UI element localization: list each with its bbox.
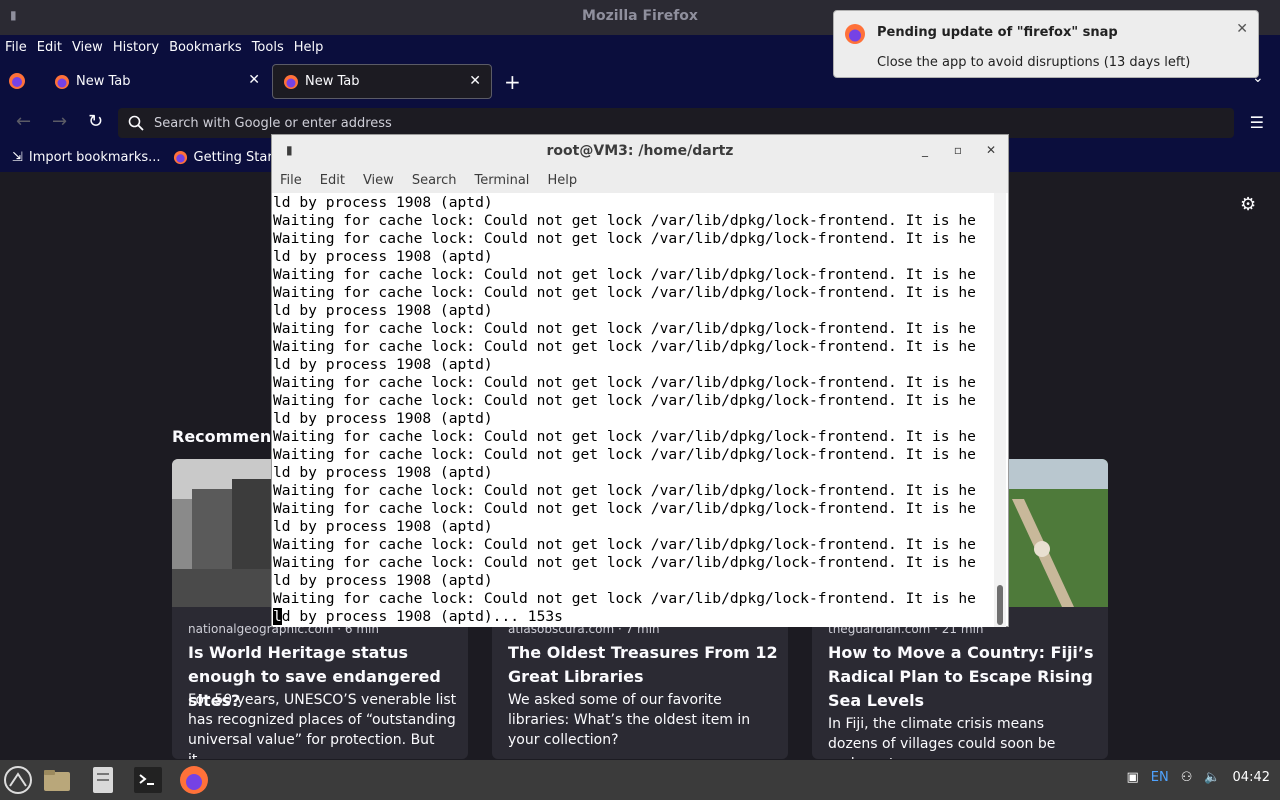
file-manager-icon[interactable] — [41, 764, 73, 796]
terminal-line: ld by process 1908 (aptd) — [273, 248, 493, 265]
keyboard-layout[interactable]: EN — [1151, 770, 1169, 785]
terminal-menu-terminal[interactable]: Terminal — [474, 173, 529, 188]
new-tab-plus-icon[interactable]: + — [504, 70, 521, 94]
terminal-line: Waiting for cache lock: Could not get lo… — [273, 338, 976, 355]
customize-gear-icon[interactable]: ⚙ — [1240, 194, 1256, 215]
terminal-title: root@VM3: /home/dartz — [546, 143, 734, 159]
screenshot-icon[interactable]: ▣ — [1126, 770, 1138, 785]
menu-tools[interactable]: Tools — [252, 40, 284, 55]
terminal-line: ld by process 1908 (aptd) — [273, 302, 493, 319]
story-excerpt: We asked some of our favorite libraries:… — [508, 692, 751, 748]
reload-icon[interactable]: ↻ — [88, 111, 103, 132]
story-headline: The Oldest Treasures From 12 Great Libra… — [508, 643, 778, 686]
notification-body: Close the app to avoid disruptions (13 d… — [877, 55, 1191, 70]
terminal-line: Waiting for cache lock: Could not get lo… — [273, 230, 976, 247]
back-arrow-icon[interactable]: ← — [16, 111, 31, 132]
terminal-line: Waiting for cache lock: Could not get lo… — [273, 446, 976, 463]
terminal-menu-edit[interactable]: Edit — [320, 173, 345, 188]
terminal-app-icon[interactable] — [132, 764, 164, 796]
terminal-line: Waiting for cache lock: Could not get lo… — [273, 554, 976, 571]
firefox-app-icon[interactable] — [178, 764, 210, 796]
terminal-last-line-text: d by process 1908 (aptd)... 153s — [281, 608, 563, 625]
notification-title: Pending update of "firefox" snap — [877, 25, 1118, 40]
terminal-window[interactable]: ▮ root@VM3: /home/dartz _ ▫ ✕ File Edit … — [271, 134, 1009, 627]
scrollbar-thumb[interactable] — [997, 585, 1003, 625]
menu-bookmarks[interactable]: Bookmarks — [169, 40, 242, 55]
firefox-view-icon[interactable] — [8, 72, 26, 90]
terminal-line: Waiting for cache lock: Could not get lo… — [273, 284, 976, 301]
story-excerpt: For 50 years, UNESCO’S venerable list ha… — [188, 692, 457, 759]
firefox-favicon-icon — [173, 150, 187, 165]
terminal-line: ld by process 1908 (aptd) — [273, 464, 493, 481]
minimize-icon[interactable]: _ — [922, 143, 928, 157]
story-headline: How to Move a Country: Fiji’s Radical Pl… — [828, 643, 1094, 710]
terminal-menubar: File Edit View Search Terminal Help — [272, 168, 1008, 193]
story-excerpt: In Fiji, the climate crisis means dozens… — [828, 716, 1056, 759]
tab-new-tab-2[interactable]: New Tab ✕ — [272, 64, 492, 99]
bookmark-import[interactable]: ⇲ Import bookmarks... — [12, 150, 161, 165]
tab-new-tab-1[interactable]: New Tab ✕ — [44, 64, 270, 99]
menu-view[interactable]: View — [72, 40, 103, 55]
terminal-menu-help[interactable]: Help — [547, 173, 577, 188]
network-icon[interactable]: ⚇ — [1181, 770, 1193, 785]
terminal-line: ld by process 1908 (aptd) — [273, 356, 493, 373]
terminal-line: Waiting for cache lock: Could not get lo… — [273, 266, 976, 283]
terminal-cursor: l — [273, 608, 282, 625]
address-bar-placeholder: Search with Google or enter address — [154, 115, 392, 131]
forward-arrow-icon[interactable]: → — [52, 111, 67, 132]
terminal-line: Waiting for cache lock: Could not get lo… — [273, 500, 976, 517]
firefox-logo-icon — [845, 24, 865, 44]
text-editor-icon[interactable] — [87, 764, 119, 796]
bookmark-label: Import bookmarks... — [28, 150, 161, 165]
volume-icon[interactable]: 🔈 — [1204, 770, 1220, 785]
tab-label: New Tab — [305, 74, 360, 89]
terminal-line: Waiting for cache lock: Could not get lo… — [273, 428, 976, 445]
clock[interactable]: 04:42 — [1233, 770, 1270, 785]
terminal-line: ld by process 1908 (aptd) — [273, 194, 493, 211]
terminal-menu-search[interactable]: Search — [412, 173, 457, 188]
terminal-line: Waiting for cache lock: Could not get lo… — [273, 374, 976, 391]
terminal-line: Waiting for cache lock: Could not get lo… — [273, 482, 976, 499]
terminal-line: Waiting for cache lock: Could not get lo… — [273, 590, 976, 607]
firefox-favicon-icon — [284, 74, 298, 89]
start-menu-icon[interactable] — [2, 764, 34, 796]
menu-history[interactable]: History — [113, 40, 159, 55]
tab-label: New Tab — [76, 74, 131, 89]
terminal-line: ld by process 1908 (aptd) — [273, 518, 493, 535]
menu-edit[interactable]: Edit — [37, 40, 62, 55]
search-icon — [128, 115, 144, 131]
terminal-scrollbar[interactable] — [994, 193, 1006, 627]
close-icon[interactable]: ✕ — [986, 143, 996, 157]
import-icon: ⇲ — [12, 150, 23, 165]
menu-file[interactable]: File — [5, 40, 27, 55]
close-tab-icon[interactable]: ✕ — [469, 73, 481, 89]
terminal-menu-view[interactable]: View — [363, 173, 394, 188]
terminal-last-line: ld by process 1908 (aptd)... 153s — [273, 608, 994, 626]
close-tab-icon[interactable]: ✕ — [248, 72, 260, 88]
terminal-line: ld by process 1908 (aptd) — [273, 410, 493, 427]
terminal-line: Waiting for cache lock: Could not get lo… — [273, 320, 976, 337]
terminal-menu-file[interactable]: File — [280, 173, 302, 188]
terminal-line: Waiting for cache lock: Could not get lo… — [273, 536, 976, 553]
terminal-output[interactable]: ld by process 1908 (aptd) Waiting for ca… — [273, 193, 994, 627]
terminal-line: ld by process 1908 (aptd) — [273, 572, 493, 589]
firefox-favicon-icon — [55, 74, 69, 89]
app-menu-hamburger-icon[interactable]: ☰ — [1250, 113, 1264, 132]
maximize-icon[interactable]: ▫ — [954, 143, 962, 157]
close-icon[interactable]: ✕ — [1236, 21, 1248, 37]
snap-update-notification[interactable]: Pending update of "firefox" snap Close t… — [833, 10, 1259, 78]
terminal-line: Waiting for cache lock: Could not get lo… — [273, 392, 976, 409]
menu-help[interactable]: Help — [294, 40, 324, 55]
terminal-titlebar[interactable]: ▮ root@VM3: /home/dartz _ ▫ ✕ — [272, 135, 1008, 168]
system-tray: ▣ EN ⚇ 🔈 04:42 — [1126, 770, 1270, 785]
taskbar: ▣ EN ⚇ 🔈 04:42 — [0, 760, 1280, 800]
terminal-line: Waiting for cache lock: Could not get lo… — [273, 212, 976, 229]
